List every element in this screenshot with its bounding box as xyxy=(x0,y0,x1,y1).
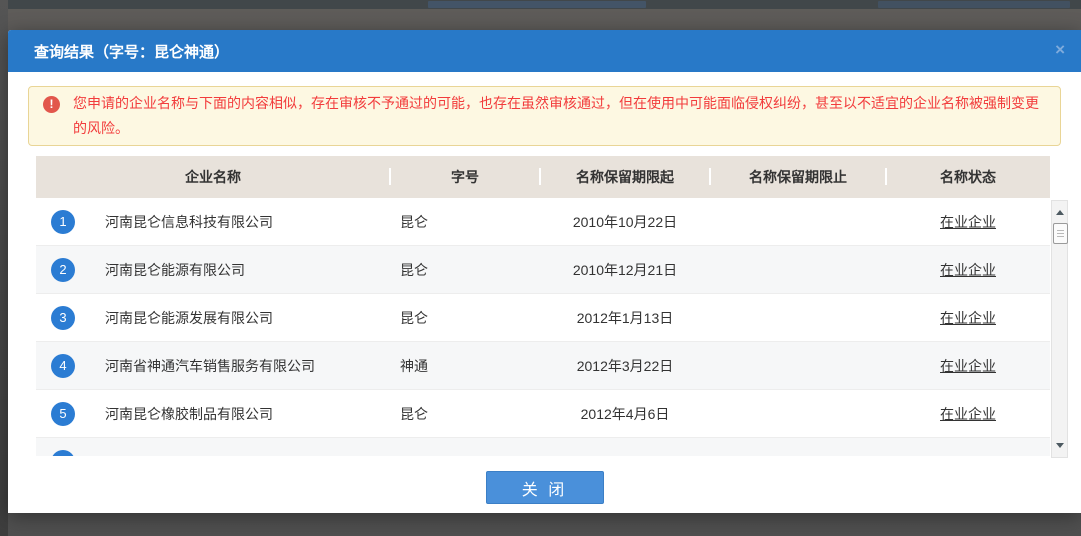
warning-text: 您申请的企业名称与下面的内容相似，存在审核不予通过的可能，也存在虽然审核通过，但… xyxy=(73,91,1044,141)
table-row: 1 河南昆仑信息科技有限公司 昆仑 2010年10月22日 在业企业 xyxy=(36,198,1050,246)
background-dimmed-text xyxy=(428,1,646,8)
scroll-up-arrow-icon[interactable] xyxy=(1052,205,1067,220)
reserve-start-date: 2012年1月13日 xyxy=(540,308,710,328)
background-left-edge xyxy=(0,0,8,536)
table-row: 2 河南昆仑能源有限公司 昆仑 2010年12月21日 在业企业 xyxy=(36,246,1050,294)
row-number-badge xyxy=(51,450,75,457)
column-header-trade-name: 字号 xyxy=(390,167,540,187)
trade-name: 昆仑 xyxy=(390,212,540,232)
warning-banner: ! 您申请的企业名称与下面的内容相似，存在审核不予通过的可能，也存在虽然审核通过… xyxy=(28,86,1061,146)
query-result-dialog: 查询结果（字号：昆仑神通） × ! 您申请的企业名称与下面的内容相似，存在审核不… xyxy=(8,30,1081,513)
trade-name: 昆仑 xyxy=(390,308,540,328)
row-number-badge: 5 xyxy=(51,402,75,426)
column-header-name-status: 名称状态 xyxy=(886,167,1050,187)
column-header-reserve-end: 名称保留期限止 xyxy=(710,167,886,187)
warning-icon: ! xyxy=(43,96,60,113)
row-number-badge: 2 xyxy=(51,258,75,282)
column-header-company-name: 企业名称 xyxy=(36,167,390,187)
table-body: 1 河南昆仑信息科技有限公司 昆仑 2010年10月22日 在业企业 2 河南昆… xyxy=(36,198,1050,456)
company-name: 河南昆仑能源有限公司 xyxy=(90,260,390,280)
table-row: 5 河南昆仑橡胶制品有限公司 昆仑 2012年4月6日 在业企业 xyxy=(36,390,1050,438)
scroll-thumb[interactable] xyxy=(1053,223,1068,244)
dialog-footer: 关 闭 xyxy=(8,471,1081,504)
status-link[interactable]: 在业企业 xyxy=(940,406,996,422)
close-icon[interactable]: × xyxy=(1055,41,1065,59)
row-number-badge: 3 xyxy=(51,306,75,330)
table-scrollbar[interactable] xyxy=(1051,200,1068,458)
column-header-reserve-start: 名称保留期限起 xyxy=(540,167,710,187)
scroll-down-arrow-icon[interactable] xyxy=(1052,438,1067,453)
table-header-row: 企业名称 字号 名称保留期限起 名称保留期限止 名称状态 xyxy=(36,156,1050,198)
trade-name: 神通 xyxy=(390,356,540,376)
reserve-start-date: 2012年4月6日 xyxy=(540,404,710,424)
table-row-partial xyxy=(36,438,1050,456)
company-name: 河南昆仑能源发展有限公司 xyxy=(90,308,390,328)
status-link[interactable]: 在业企业 xyxy=(940,358,996,374)
result-table: 企业名称 字号 名称保留期限起 名称保留期限止 名称状态 1 河南昆仑信息科技有… xyxy=(36,156,1068,456)
table-row: 3 河南昆仑能源发展有限公司 昆仑 2012年1月13日 在业企业 xyxy=(36,294,1050,342)
company-name: 河南省神通汽车销售服务有限公司 xyxy=(90,356,390,376)
status-link[interactable]: 在业企业 xyxy=(940,262,996,278)
dialog-header: 查询结果（字号：昆仑神通） × xyxy=(8,30,1081,72)
trade-name: 昆仑 xyxy=(390,260,540,280)
row-number-badge: 4 xyxy=(51,354,75,378)
dialog-title: 查询结果（字号：昆仑神通） xyxy=(34,41,229,62)
close-button[interactable]: 关 闭 xyxy=(486,471,604,504)
table-row: 4 河南省神通汽车销售服务有限公司 神通 2012年3月22日 在业企业 xyxy=(36,342,1050,390)
row-number-badge: 1 xyxy=(51,210,75,234)
company-name: 河南昆仑信息科技有限公司 xyxy=(90,212,390,232)
trade-name: 昆仑 xyxy=(390,404,540,424)
status-link[interactable]: 在业企业 xyxy=(940,214,996,230)
reserve-start-date: 2010年10月22日 xyxy=(540,212,710,232)
reserve-start-date: 2012年3月22日 xyxy=(540,356,710,376)
company-name: 河南昆仑橡胶制品有限公司 xyxy=(90,404,390,424)
status-link[interactable]: 在业企业 xyxy=(940,310,996,326)
background-dimmed-text xyxy=(878,1,1070,8)
reserve-start-date: 2010年12月21日 xyxy=(540,260,710,280)
